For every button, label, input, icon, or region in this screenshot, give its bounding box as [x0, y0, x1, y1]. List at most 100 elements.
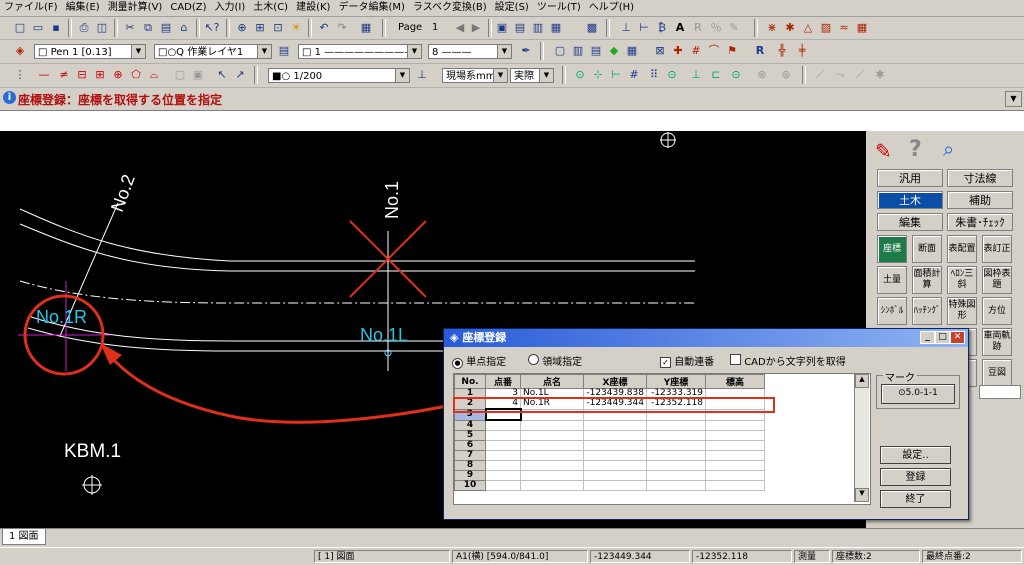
cell-x[interactable]: [583, 440, 647, 451]
command-button-9[interactable]: ﾊｯﾁﾝｸﾞ: [912, 297, 942, 325]
text-a-icon[interactable]: A: [672, 20, 688, 36]
grid-icon[interactable]: ▦: [854, 20, 870, 36]
page-add-icon[interactable]: ▣: [494, 20, 510, 36]
cad-icon[interactable]: ⌂: [176, 20, 192, 36]
rect3-icon[interactable]: ⊕: [110, 67, 126, 83]
cell-no[interactable]: 9: [454, 470, 486, 481]
cell-z[interactable]: [705, 480, 765, 491]
next-page-icon[interactable]: ▶: [468, 20, 484, 36]
cell-no[interactable]: 8: [454, 460, 486, 471]
tool-i-icon[interactable]: ⌒: [706, 43, 722, 59]
open-file-icon[interactable]: ▭: [30, 20, 46, 36]
table-row[interactable]: 8: [454, 460, 850, 471]
mark-button[interactable]: ⊙5.0-1-1: [881, 384, 955, 404]
menu-item-3[interactable]: CAD(Z): [166, 0, 210, 16]
menu-item-2[interactable]: 測量計算(V): [104, 0, 167, 16]
snap-c-icon[interactable]: ⊢: [608, 67, 624, 83]
print-icon[interactable]: ⎙: [76, 20, 92, 36]
snap-l-icon[interactable]: ⟋: [812, 67, 828, 83]
snap-j-icon[interactable]: ⊗: [754, 67, 770, 83]
cell-name[interactable]: [520, 470, 584, 481]
actual-select[interactable]: 実際 ▼: [510, 68, 554, 83]
table-row[interactable]: 6: [454, 440, 850, 451]
cell-y[interactable]: [646, 460, 706, 471]
cell-z[interactable]: [705, 470, 765, 481]
cell-x[interactable]: [583, 460, 647, 471]
cell-pt[interactable]: [485, 480, 521, 491]
cell-name[interactable]: [520, 440, 584, 451]
hatch-icon[interactable]: ▨: [818, 20, 834, 36]
cell-z[interactable]: [705, 419, 765, 431]
menu-item-9[interactable]: 設定(S): [491, 0, 533, 16]
wave-icon[interactable]: ≈: [836, 20, 852, 36]
menu-item-5[interactable]: 土木(C): [249, 0, 292, 16]
frame-icon[interactable]: ▢: [172, 67, 188, 83]
table-row[interactable]: 7: [454, 450, 850, 461]
snap-g-icon[interactable]: ⊥: [688, 67, 704, 83]
snap-k-icon[interactable]: ⊛: [778, 67, 794, 83]
tool-j-icon[interactable]: ⚑: [724, 43, 740, 59]
table-row[interactable]: 4: [454, 419, 850, 431]
pointer-icon[interactable]: ⋮: [12, 67, 28, 83]
maximize-button[interactable]: □: [935, 331, 950, 344]
copy-icon[interactable]: ⧉: [140, 20, 156, 36]
command-button-1[interactable]: 断面: [912, 235, 942, 263]
cell-pt[interactable]: [485, 470, 521, 481]
command-button-19[interactable]: 豆図: [982, 359, 1012, 387]
register-button[interactable]: 登録: [880, 468, 951, 486]
symbol2-icon[interactable]: ✱: [782, 20, 798, 36]
cell-x[interactable]: [583, 450, 647, 461]
command-button-8[interactable]: ｼﾝﾎﾞﾙ: [877, 297, 907, 325]
cut-icon[interactable]: ✂: [122, 20, 138, 36]
snap-e-icon[interactable]: ⠿: [646, 67, 662, 83]
cell-z[interactable]: [705, 460, 765, 471]
settings-button[interactable]: 設定..: [880, 446, 951, 464]
rect2-icon[interactable]: ⊞: [92, 67, 108, 83]
page-settings-icon[interactable]: ▩: [584, 20, 600, 36]
snap-f-icon[interactable]: ⊙: [664, 67, 680, 83]
tool-e-icon[interactable]: ▦: [624, 43, 640, 59]
check-auto-number[interactable]: ✓ 自動連番: [660, 353, 714, 368]
coordinate-table[interactable]: No. 点番 点名 X座標 Y座標 標高 1 3 No.1L -123439.838 -12333…: [453, 373, 871, 505]
command-button-15[interactable]: 車両軌跡: [982, 328, 1012, 356]
zoom-all-icon[interactable]: ⊡: [270, 20, 286, 36]
command-button-10[interactable]: 特殊図形: [947, 297, 977, 325]
table-row[interactable]: 5: [454, 430, 850, 441]
rect-icon[interactable]: ⊟: [74, 67, 90, 83]
command-button-7[interactable]: 図枠表題: [982, 266, 1012, 294]
cell-x[interactable]: [583, 419, 647, 431]
panel-tab-1[interactable]: 寸法線: [947, 169, 1013, 187]
dimension-icon[interactable]: ⊢: [636, 20, 652, 36]
cell-name[interactable]: [520, 430, 584, 441]
line-icon[interactable]: —: [36, 67, 52, 83]
pin-icon[interactable]: ✎: [875, 139, 892, 163]
text-r-icon[interactable]: R: [690, 20, 706, 36]
cell-y[interactable]: [646, 430, 706, 441]
check-cad-text[interactable]: CADから文字列を取得: [730, 353, 846, 368]
command-button-4[interactable]: 土量: [877, 266, 907, 294]
new-file-icon[interactable]: □: [12, 20, 28, 36]
select2-icon[interactable]: ↗: [232, 67, 248, 83]
snap-m-icon[interactable]: ⤳: [832, 67, 848, 83]
panel-tab-0[interactable]: 汎用: [877, 169, 943, 187]
command-button-0[interactable]: 座標: [877, 235, 907, 263]
panel-tab-2[interactable]: 土木: [877, 191, 943, 209]
cell-z[interactable]: [705, 440, 765, 451]
coord-system-select[interactable]: 現場系mm ▼: [442, 68, 508, 83]
line2-icon[interactable]: ≠: [56, 67, 72, 83]
paste-icon[interactable]: ▤: [158, 20, 174, 36]
snap-d-icon[interactable]: #: [626, 67, 642, 83]
command-button-2[interactable]: 表配置: [947, 235, 977, 263]
table-row[interactable]: 9: [454, 470, 850, 481]
polygon-icon[interactable]: ⬠: [128, 67, 144, 83]
lightbulb-icon[interactable]: ☀: [288, 20, 304, 36]
panel-tab-3[interactable]: 補助: [947, 191, 1013, 209]
layer-icon[interactable]: ▦: [358, 20, 374, 36]
command-button-3[interactable]: 表訂正: [982, 235, 1012, 263]
snap-b-icon[interactable]: ⊹: [590, 67, 606, 83]
panel-tab-4[interactable]: 編集: [877, 213, 943, 231]
frame2-icon[interactable]: ▣: [190, 67, 206, 83]
redo-icon[interactable]: ↷: [334, 20, 350, 36]
panel-tab-5[interactable]: 朱書･ﾁｪｯｸ: [947, 213, 1013, 231]
snap-n-icon[interactable]: ⟋: [852, 67, 868, 83]
